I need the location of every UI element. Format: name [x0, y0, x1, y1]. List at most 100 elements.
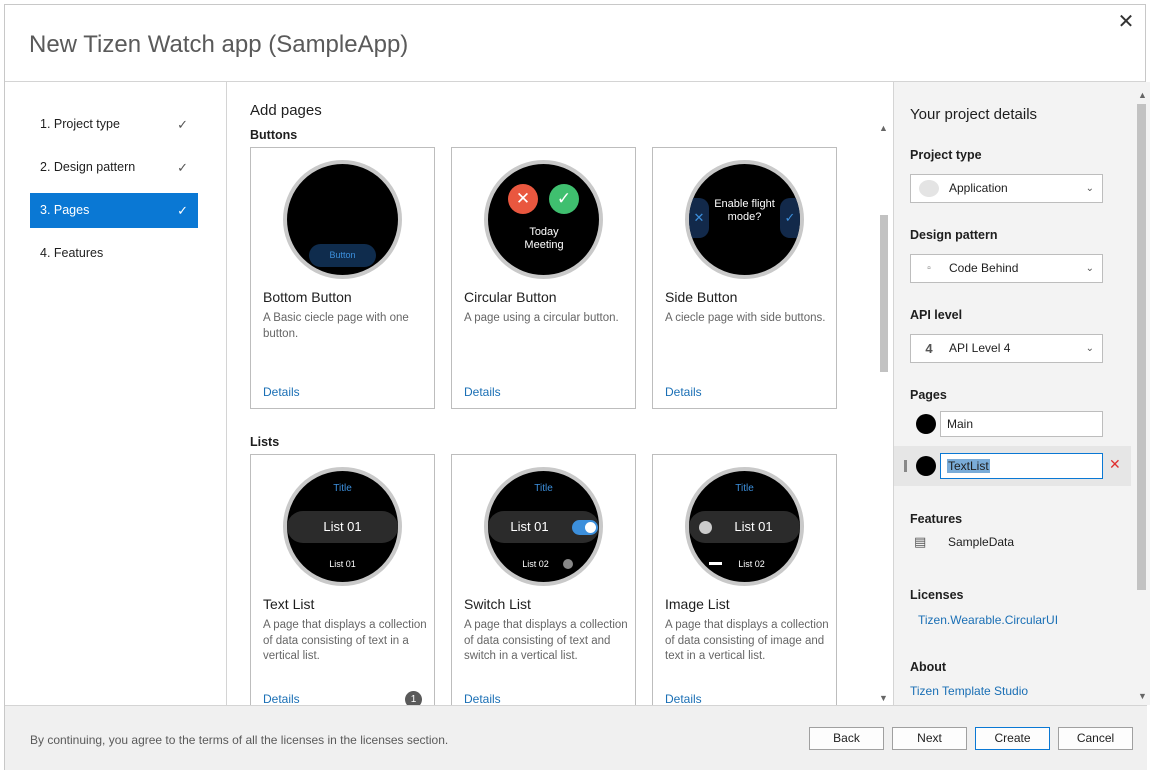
check-icon: ✓ [177, 160, 188, 175]
page-card-text-list[interactable]: Title List 01 List 01 Text List A page t… [250, 454, 435, 705]
scroll-thumb[interactable] [1137, 104, 1146, 590]
nav-step-features[interactable]: 4. Features [30, 236, 198, 271]
page-row-textlist: TextList ✕ [894, 446, 1131, 486]
details-link[interactable]: Details [665, 385, 702, 399]
about-link[interactable]: Tizen Template Studio [910, 684, 1028, 698]
dropdown-value: Application [949, 181, 1008, 195]
card-description: A page that displays a collection of dat… [665, 619, 829, 662]
design-pattern-label: Design pattern [910, 228, 998, 242]
create-button[interactable]: Create [975, 727, 1050, 750]
radio-dot-icon [563, 559, 573, 569]
dialog-window: New Tizen Watch app (SampleApp) ✕ 1. Pro… [4, 4, 1150, 770]
page-watch-icon [916, 456, 936, 476]
licenses-label: Licenses [910, 588, 964, 602]
watch-preview: Button [283, 160, 402, 279]
page-card-switch-list[interactable]: Title List 01 List 02 Switch List A page… [451, 454, 636, 705]
page-card-image-list[interactable]: Title List 01 List 02 Image List A page … [652, 454, 837, 705]
confirm-circle-icon: ✓ [549, 184, 579, 214]
drag-handle-icon[interactable] [904, 460, 907, 472]
preview-list-sub: List 02 [522, 559, 549, 569]
watch-preview: Title List 01 List 02 [484, 467, 603, 586]
page-card-circular-button[interactable]: ✕ ✓ Today Meeting Circular Button A page… [451, 147, 636, 409]
preview-list-title: Title [333, 483, 352, 494]
content-scrollbar[interactable]: ▲ ▼ [877, 123, 891, 705]
remove-page-icon[interactable]: ✕ [1109, 456, 1121, 473]
chevron-down-icon: ⌄ [1085, 263, 1094, 274]
cancel-circle-icon: ✕ [508, 184, 538, 214]
card-title: Switch List [464, 596, 531, 612]
api-level-number-icon: 4 [925, 341, 933, 356]
page-name-input[interactable]: Main [940, 411, 1103, 437]
card-description: A Basic ciecle page with one button. [263, 312, 409, 340]
details-scrollbar[interactable]: ▲ ▼ [1132, 82, 1150, 705]
nav-step-label: 2. Design pattern [40, 160, 136, 174]
scroll-down-icon[interactable]: ▼ [1138, 691, 1147, 701]
application-icon [919, 180, 939, 197]
next-button[interactable]: Next [892, 727, 967, 750]
api-level-label: API level [910, 308, 963, 322]
card-title: Bottom Button [263, 289, 352, 305]
page-card-bottom-button[interactable]: Button Bottom Button A Basic ciecle page… [250, 147, 435, 409]
preview-list-title: Title [534, 483, 553, 494]
page-row-main: Main [894, 404, 1131, 444]
scroll-down-icon[interactable]: ▼ [879, 693, 888, 703]
design-pattern-dropdown[interactable]: ▫ Code Behind ⌄ [910, 254, 1103, 283]
watch-preview: ✕ Enable flight mode? ✓ [685, 160, 804, 279]
preview-bottom-button: Button [309, 244, 376, 267]
preview-list-sub: List 02 [738, 559, 765, 569]
scroll-up-icon[interactable]: ▲ [1138, 90, 1147, 100]
sample-data-icon: ▤ [914, 534, 927, 549]
nav-step-label: 1. Project type [40, 117, 120, 131]
dialog-title: New Tizen Watch app (SampleApp) [29, 31, 409, 58]
project-type-dropdown[interactable]: Application ⌄ [910, 174, 1103, 203]
toggle-switch-icon [572, 520, 598, 535]
card-description: A page that displays a collection of dat… [263, 619, 427, 662]
details-link[interactable]: Details [263, 692, 300, 705]
api-level-dropdown[interactable]: 4 API Level 4 ⌄ [910, 334, 1103, 363]
side-cancel-icon: ✕ [689, 198, 709, 238]
dropdown-value: API Level 4 [949, 341, 1011, 355]
add-pages-panel: Add pages Buttons Button Bottom Button A… [228, 82, 893, 705]
section-label-lists: Lists [250, 435, 280, 449]
about-label: About [910, 660, 947, 674]
cancel-button[interactable]: Cancel [1058, 727, 1133, 750]
nav-step-design-pattern[interactable]: 2. Design pattern ✓ [30, 150, 198, 185]
wizard-steps-nav: 1. Project type ✓ 2. Design pattern ✓ 3.… [5, 82, 227, 705]
close-button[interactable]: ✕ [1115, 11, 1137, 33]
details-link[interactable]: Details [665, 692, 702, 705]
scroll-thumb[interactable] [880, 215, 888, 372]
preview-list-title: Title [735, 483, 754, 494]
add-pages-heading: Add pages [250, 102, 322, 119]
toggle-knob [585, 522, 596, 533]
details-heading: Your project details [910, 106, 1038, 123]
card-title: Text List [263, 596, 315, 612]
card-title: Image List [665, 596, 730, 612]
details-link[interactable]: Details [263, 385, 300, 399]
preview-list-row: List 01 [287, 511, 398, 543]
nav-step-pages[interactable]: 3. Pages ✓ [30, 193, 198, 228]
nav-step-label: 3. Pages [40, 203, 90, 217]
nav-step-project-type[interactable]: 1. Project type ✓ [30, 107, 198, 142]
page-name-input[interactable]: TextList [940, 453, 1103, 479]
card-description: A page that displays a collection of dat… [464, 619, 628, 662]
page-card-side-button[interactable]: ✕ Enable flight mode? ✓ Side Button A ci… [652, 147, 837, 409]
scroll-up-icon[interactable]: ▲ [879, 123, 888, 133]
back-button[interactable]: Back [809, 727, 884, 750]
license-notice: By continuing, you agree to the terms of… [30, 733, 449, 747]
card-title: Side Button [665, 289, 738, 305]
nav-step-label: 4. Features [40, 246, 104, 260]
globe-icon [699, 521, 712, 534]
details-link[interactable]: Details [464, 385, 501, 399]
license-link[interactable]: Tizen.Wearable.CircularUI [918, 613, 1058, 627]
card-description: A page using a circular button. [464, 312, 619, 324]
code-behind-icon: ▫ [927, 263, 931, 274]
key-icon [709, 562, 722, 565]
chevron-down-icon: ⌄ [1085, 343, 1094, 354]
preview-text: Enable flight mode? [714, 198, 775, 223]
count-badge: 1 [405, 691, 422, 705]
feature-name: SampleData [948, 535, 1015, 549]
page-watch-icon [916, 414, 936, 434]
details-link[interactable]: Details [464, 692, 501, 705]
check-icon: ✓ [177, 117, 188, 132]
project-details-panel: Your project details Project type Applic… [893, 82, 1132, 705]
